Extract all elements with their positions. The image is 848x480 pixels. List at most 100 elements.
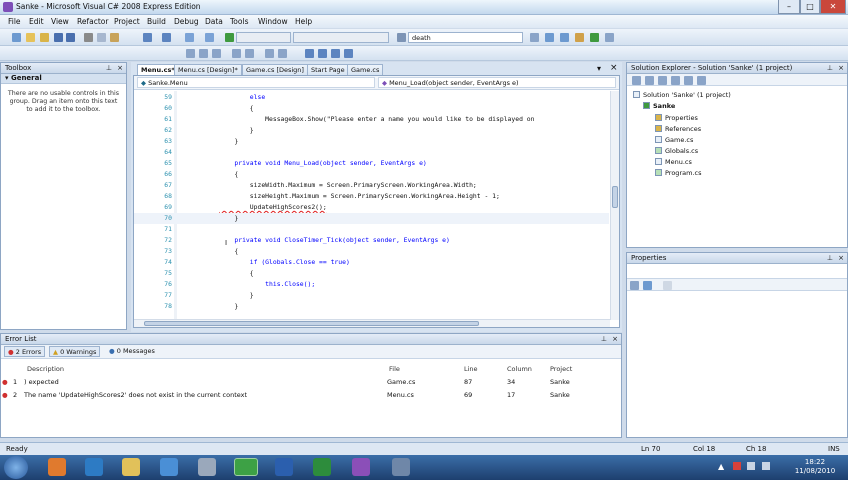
- copy-icon[interactable]: [97, 33, 106, 42]
- pin-icon[interactable]: ⊥: [827, 63, 833, 73]
- view-designer-icon[interactable]: [684, 76, 693, 85]
- internet-explorer-icon[interactable]: [85, 458, 103, 476]
- col-file[interactable]: File: [389, 365, 400, 375]
- uncomment-icon[interactable]: [278, 49, 287, 58]
- menu-refactor[interactable]: Refactor: [77, 17, 108, 26]
- clock[interactable]: 18:22 11/08/2010: [786, 458, 844, 476]
- start-button[interactable]: [4, 456, 28, 479]
- col-description[interactable]: Description: [27, 365, 64, 375]
- tree-program-cs[interactable]: Program.cs: [655, 169, 701, 177]
- menu-build[interactable]: Build: [147, 17, 166, 26]
- cut-icon[interactable]: [84, 33, 93, 42]
- pin-icon[interactable]: ⊥: [601, 334, 607, 344]
- col-column[interactable]: Column: [507, 365, 532, 375]
- messages-filter-button[interactable]: ● 0 Messages: [106, 346, 158, 357]
- active-app-icon[interactable]: [234, 458, 258, 476]
- tab-start-page[interactable]: Start Page: [307, 64, 349, 75]
- vertical-scroll-thumb[interactable]: [612, 186, 618, 208]
- menu-window[interactable]: Window: [258, 17, 288, 26]
- close-icon[interactable]: ×: [612, 334, 618, 344]
- error-row[interactable]: ● 2 The name 'UpdateHighScores2' does no…: [2, 390, 620, 402]
- col-project[interactable]: Project: [550, 365, 572, 375]
- format-icon[interactable]: [186, 49, 195, 58]
- maximize-button[interactable]: □: [800, 0, 820, 14]
- tree-project[interactable]: Sanke: [643, 102, 675, 110]
- indent-icon[interactable]: [245, 49, 254, 58]
- save-icon[interactable]: [54, 33, 63, 42]
- network-tray-icon[interactable]: [747, 462, 755, 470]
- configuration-combo[interactable]: [236, 32, 291, 43]
- volume-icon[interactable]: [762, 462, 770, 470]
- redo-icon[interactable]: [162, 33, 171, 42]
- platform-combo[interactable]: [293, 32, 389, 43]
- bookmark-icon[interactable]: [305, 49, 314, 58]
- close-icon[interactable]: ×: [838, 63, 844, 73]
- menu-debug[interactable]: Debug: [174, 17, 199, 26]
- code-editor[interactable]: ◆ Sanke.Menu ◆ Menu_Load(object sender, …: [133, 75, 620, 328]
- next-bookmark-icon[interactable]: [331, 49, 340, 58]
- open-icon[interactable]: [40, 33, 49, 42]
- menu-file[interactable]: File: [8, 17, 21, 26]
- tab-menu-design[interactable]: Menu.cs [Design]*: [174, 64, 242, 75]
- tab-game-cs[interactable]: Game.cs: [347, 64, 384, 75]
- firefox-icon[interactable]: [48, 458, 66, 476]
- network-icon[interactable]: [392, 458, 410, 476]
- find-icon[interactable]: [397, 33, 406, 42]
- visual-studio-icon[interactable]: [352, 458, 370, 476]
- tab-game-design[interactable]: Game.cs [Design]: [242, 64, 308, 75]
- solution-explorer-icon[interactable]: [545, 33, 554, 42]
- pin-icon[interactable]: ⊥: [827, 253, 833, 263]
- close-icon[interactable]: ×: [838, 253, 844, 263]
- parameter-info-icon[interactable]: [199, 49, 208, 58]
- object-browser-icon[interactable]: [575, 33, 584, 42]
- previous-bookmark-icon[interactable]: [318, 49, 327, 58]
- close-icon[interactable]: ×: [117, 63, 123, 73]
- tab-dropdown-icon[interactable]: ▾: [597, 64, 601, 73]
- find-combo[interactable]: death: [408, 32, 523, 43]
- quick-info-icon[interactable]: [212, 49, 221, 58]
- menu-view[interactable]: View: [51, 17, 69, 26]
- alphabetical-icon[interactable]: [643, 281, 652, 290]
- outdent-icon[interactable]: [232, 49, 241, 58]
- comment-icon[interactable]: [265, 49, 274, 58]
- show-hidden-icons-icon[interactable]: ▲: [718, 462, 724, 471]
- app-icon[interactable]: [198, 458, 216, 476]
- excel-icon[interactable]: [313, 458, 331, 476]
- media-player-icon[interactable]: [160, 458, 178, 476]
- explorer-icon[interactable]: [122, 458, 140, 476]
- tree-menu-cs[interactable]: Menu.cs: [655, 158, 692, 166]
- class-diagram-icon[interactable]: [697, 76, 706, 85]
- menu-help[interactable]: Help: [295, 17, 312, 26]
- menu-edit[interactable]: Edit: [29, 17, 44, 26]
- col-line[interactable]: Line: [464, 365, 478, 375]
- pin-icon[interactable]: ⊥: [106, 63, 112, 73]
- member-combo[interactable]: ◆ Menu_Load(object sender, EventArgs e): [378, 77, 616, 88]
- save-all-icon[interactable]: [66, 33, 75, 42]
- view-code-icon[interactable]: [671, 76, 680, 85]
- class-combo[interactable]: ◆ Sanke.Menu: [137, 77, 375, 88]
- properties-icon[interactable]: [632, 76, 641, 85]
- menu-tools[interactable]: Tools: [230, 17, 248, 26]
- add-item-icon[interactable]: [26, 33, 35, 42]
- horizontal-scrollbar[interactable]: [134, 319, 610, 327]
- clear-bookmarks-icon[interactable]: [344, 49, 353, 58]
- tree-references[interactable]: References: [655, 125, 701, 133]
- new-project-icon[interactable]: [12, 33, 21, 42]
- errors-filter-button[interactable]: ● 2 Errors: [4, 346, 46, 357]
- properties-window-icon[interactable]: [560, 33, 569, 42]
- horizontal-scroll-thumb[interactable]: [144, 321, 479, 326]
- navigate-forward-icon[interactable]: [205, 33, 214, 42]
- undo-icon[interactable]: [143, 33, 152, 42]
- find-in-files-icon[interactable]: [530, 33, 539, 42]
- tree-solution[interactable]: Solution 'Sanke' (1 project): [633, 91, 731, 99]
- tab-menu-cs[interactable]: Menu.cs*: [137, 64, 179, 75]
- menu-project[interactable]: Project: [114, 17, 140, 26]
- vertical-scrollbar[interactable]: [610, 91, 619, 320]
- toolbox-group-general[interactable]: ▾ General: [1, 74, 126, 84]
- start-debugging-icon[interactable]: [225, 33, 234, 42]
- error-row[interactable]: ● 1 ) expected Game.cs 87 34 Sanke: [2, 377, 620, 389]
- tree-game-cs[interactable]: Game.cs: [655, 136, 693, 144]
- tray-icon[interactable]: [733, 462, 741, 470]
- warnings-filter-button[interactable]: ▲ 0 Warnings: [49, 346, 101, 357]
- paste-icon[interactable]: [110, 33, 119, 42]
